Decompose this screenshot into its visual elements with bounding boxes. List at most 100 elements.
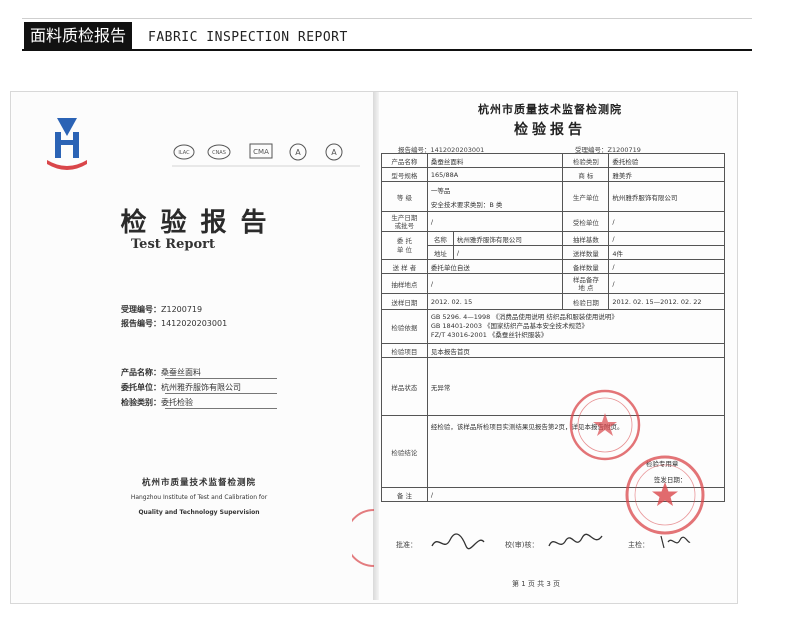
basis-line-1: GB 5296. 4—1998 《消费品使用说明 纺织品和服装使用说明》 [430,313,618,321]
cell-value: 165/88A [426,167,564,182]
cell-label: 生产单位 [562,181,610,212]
cell-value: 雅美乔 [608,167,725,182]
table-row: 送样日期 2012. 02. 15 检验日期 2012. 02. 15—2012… [381,293,725,310]
cell-label: 检验结论 [381,415,428,488]
cell-label: 抽样基数 [562,231,610,246]
grade-line-1: 一等品 [430,186,451,195]
header-title-tab: 面料质检报告 [24,22,133,49]
cell-value: / [452,245,564,260]
main-inspector-label: 主检： [628,541,649,549]
cover-client: 委托单位：杭州雅乔服饰有限公司 [121,383,241,392]
grade-line-2: 安全技术要求类别：B 类 [430,200,503,209]
svg-text:CMA: CMA [253,148,269,156]
main-inspector-signature-icon [660,535,691,549]
table-row: 送 样 者 委托单位自送 备样数量 / [381,259,725,274]
cell-value: GB 5296. 4—1998 《消费品使用说明 纺织品和服装使用说明》 GB … [426,309,726,344]
cell-value: 委托检验 [608,153,725,168]
cell-value: 杭州雅乔服饰有限公司 [452,231,564,246]
institute-logo-icon [47,118,87,170]
cell-value: / [426,211,564,232]
review-label: 校(审)核： [505,541,539,549]
cell-label: 备样数量 [562,259,610,274]
cma-mark-icon: CMA [249,143,273,159]
cover-accept-no: 受理编号：Z1200719 [121,305,203,314]
cell-label: 送样数量 [562,245,610,260]
cell-value: 委托单位自送 [426,259,564,274]
cover-institute-cn: 杭州市质量技术监督检测院 [141,478,256,488]
cover-product-underline [165,378,277,379]
table-row: 等 级 一等品 安全技术要求类别：B 类 生产单位 杭州雅乔服饰有限公司 [381,181,725,212]
cover-institute-en-1: Hangzhou Institute of Test and Calibrati… [130,494,268,501]
table-row: 检验依据 GB 5296. 4—1998 《消费品使用说明 纺织品和服装使用说明… [381,309,726,344]
cell-label: 委 托 单 位 [381,231,428,260]
cell-label: 抽样地点 [381,273,428,294]
header-rule-top [22,18,752,19]
report-title: 检验报告 [514,122,586,138]
svg-text:A: A [295,148,301,157]
table-row: 生产日期 或批号 / 受检单位 / [381,211,725,232]
cell-value: 2012. 02. 15—2012. 02. 22 [608,293,725,310]
institute-seal-icon [625,455,705,535]
cover-report-no: 报告编号：1412020203001 [121,319,228,328]
cell-value: / [608,211,725,232]
cell-label: 地址 [426,245,454,260]
cell-label: 送 样 者 [381,259,428,274]
cover-category-underline [165,408,277,409]
cell-value: 2012. 02. 15 [426,293,564,310]
cell-value: 杭州雅乔服饰有限公司 [608,181,725,212]
cell-value: 一等品 安全技术要求类别：B 类 [426,181,564,212]
table-row: 地址 / 送样数量 4件 [382,245,725,260]
review-signature-icon [548,533,603,547]
approve-label: 批准： [396,541,417,549]
basis-line-3: FZ/T 43016-2001 《桑蚕丝针织服装》 [430,331,548,339]
table-row: 样品状态 无异常 [381,357,726,416]
cell-label: 检验类别 [562,153,610,168]
table-row: 抽样地点 / 样品备存 地 点 / [381,273,725,294]
table-row: 产品名称 桑蚕丝面料 检验类别 委托检验 [381,153,725,168]
cell-label: 名称 [426,231,454,246]
cell-label: 等 级 [381,181,428,212]
cell-value: 4件 [608,245,725,260]
cell-value: / [608,231,725,246]
cnas-mark-icon: CNAS [207,144,231,160]
certification-marks: ILAC CNAS CMA A A [172,143,360,167]
cal-mark-icon: A [289,143,307,161]
ilac-mark-icon: ILAC [173,144,195,160]
cell-label: 检验依据 [381,309,428,344]
report-table: 产品名称 桑蚕丝面料 检验类别 委托检验 型号规格 165/88A 商 标 雅美… [381,153,726,502]
cell-label: 型号规格 [381,167,428,182]
cover-edge-stamp-icon [352,509,374,567]
cover-title-cn: 检验报告 [120,208,281,238]
cell-value: 桑蚕丝面料 [426,153,564,168]
header-title-en: FABRIC INSPECTION REPORT [148,30,348,45]
svg-text:CNAS: CNAS [212,150,226,156]
cell-label: 送样日期 [381,293,428,310]
cell-value: / [608,259,725,274]
table-row: 委 托 单 位 名称 杭州雅乔服饰有限公司 抽样基数 / [381,231,725,260]
svg-text:ILAC: ILAC [178,150,190,156]
cell-label: 样品备存 地 点 [562,273,610,294]
cover-institute-en-2: Quality and Technology Supervision [138,509,260,516]
cell-value: 见本报告首页 [426,343,726,358]
svg-text:A: A [331,148,337,157]
header-rule-bottom [22,49,752,51]
cell-label: 样品状态 [381,357,428,416]
cell-label: 备 注 [381,487,428,502]
cell-label: 产品名称 [381,153,428,168]
cell-value: / [608,273,725,294]
cell-label: 受检单位 [562,211,610,232]
cal-mark-2-icon: A [325,143,343,161]
basis-line-2: GB 18401-2003 《国家纺织产品基本安全技术规范》 [430,322,589,330]
cover-client-underline [165,393,277,394]
cell-label: 检验项目 [381,343,428,358]
cover-title-en: Test Report [131,237,215,252]
cell-label: 生产日期 或批号 [381,211,428,232]
cover-product: 产品名称：桑蚕丝面料 [121,368,201,377]
approve-signature-icon [431,533,485,550]
cell-value: / [426,273,564,294]
table-row: 检验项目 见本报告首页 [381,343,726,358]
cell-label: 商 标 [562,167,610,182]
cover-category: 检验类别：委托检验 [121,398,193,407]
cell-label: 检验日期 [562,293,610,310]
report-institute: 杭州市质量技术监督检测院 [478,103,622,116]
